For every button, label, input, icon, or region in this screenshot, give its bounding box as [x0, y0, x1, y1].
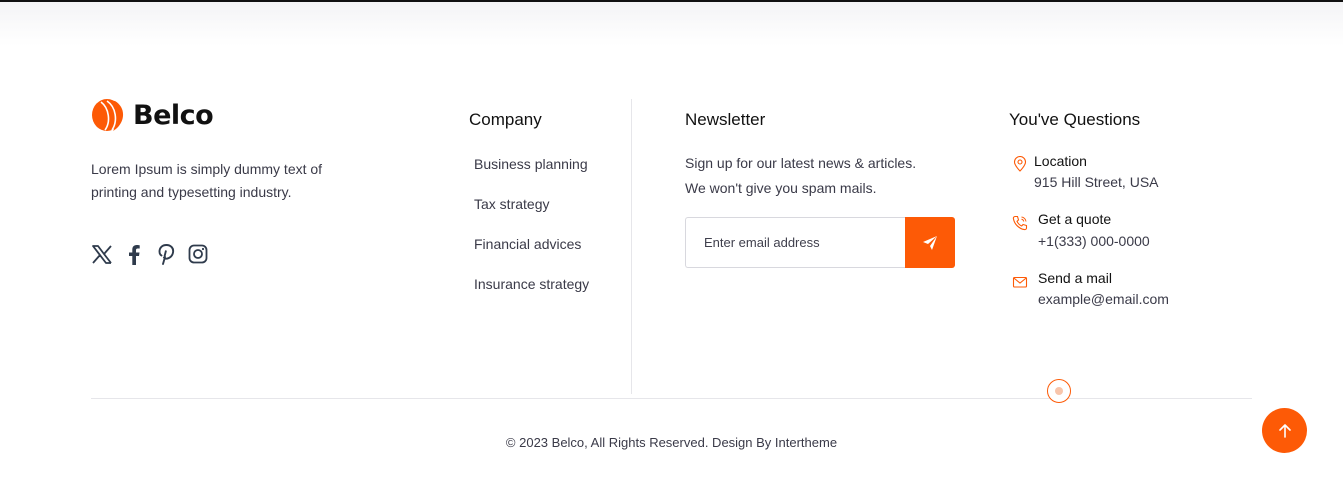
column-divider: [631, 99, 632, 394]
back-to-top-button[interactable]: [1262, 408, 1307, 453]
pinterest-icon[interactable]: [155, 243, 177, 265]
header-shadow: [0, 2, 1343, 46]
quote-phone[interactable]: +1(333) 000-0000: [1038, 233, 1150, 249]
mail-address[interactable]: example@email.com: [1038, 291, 1169, 307]
copyright-text: © 2023 Belco, All Rights Reserved. Desig…: [505, 435, 838, 450]
company-heading: Company: [469, 110, 542, 129]
paper-plane-icon: [923, 235, 937, 250]
subscribe-button[interactable]: [905, 217, 955, 268]
newsletter-text-line1: Sign up for our latest news & articles.: [685, 155, 917, 171]
footer-divider: [91, 398, 1252, 399]
quote-label: Get a quote: [1038, 211, 1112, 227]
company-link-business-planning[interactable]: Business planning: [474, 154, 589, 194]
brand-logo[interactable]: Belco: [91, 98, 214, 132]
facebook-icon[interactable]: [123, 243, 145, 265]
location-label: Location: [1034, 153, 1087, 169]
map-pin-icon: [1013, 156, 1027, 172]
newsletter-form: [685, 217, 955, 268]
mail-label: Send a mail: [1038, 270, 1112, 286]
email-input[interactable]: [685, 217, 905, 268]
social-links: [91, 243, 219, 265]
x-twitter-icon[interactable]: [91, 243, 113, 265]
newsletter-text-line2: We won't give you spam mails.: [685, 180, 877, 196]
brand-name: Belco: [133, 99, 214, 131]
newsletter-description: Sign up for our latest news & articles. …: [685, 151, 945, 201]
arrow-up-icon: [1278, 423, 1291, 438]
newsletter-heading: Newsletter: [685, 110, 766, 129]
company-link-tax-strategy[interactable]: Tax strategy: [474, 194, 589, 234]
cursor-ring-indicator: [1047, 379, 1071, 403]
cursor-dot: [1055, 387, 1063, 395]
questions-heading: You've Questions: [1009, 110, 1141, 129]
company-link-financial-advices[interactable]: Financial advices: [474, 234, 589, 274]
instagram-icon[interactable]: [187, 243, 209, 265]
company-link-insurance-strategy[interactable]: Insurance strategy: [474, 274, 589, 314]
belco-logo-icon: [92, 99, 124, 131]
brand-tagline: Lorem Ipsum is simply dummy text of prin…: [91, 161, 323, 200]
phone-icon: [1012, 215, 1028, 231]
location-value: 915 Hill Street, USA: [1034, 174, 1159, 190]
envelope-icon: [1012, 276, 1028, 288]
company-links: Business planning Tax strategy Financial…: [474, 154, 589, 314]
